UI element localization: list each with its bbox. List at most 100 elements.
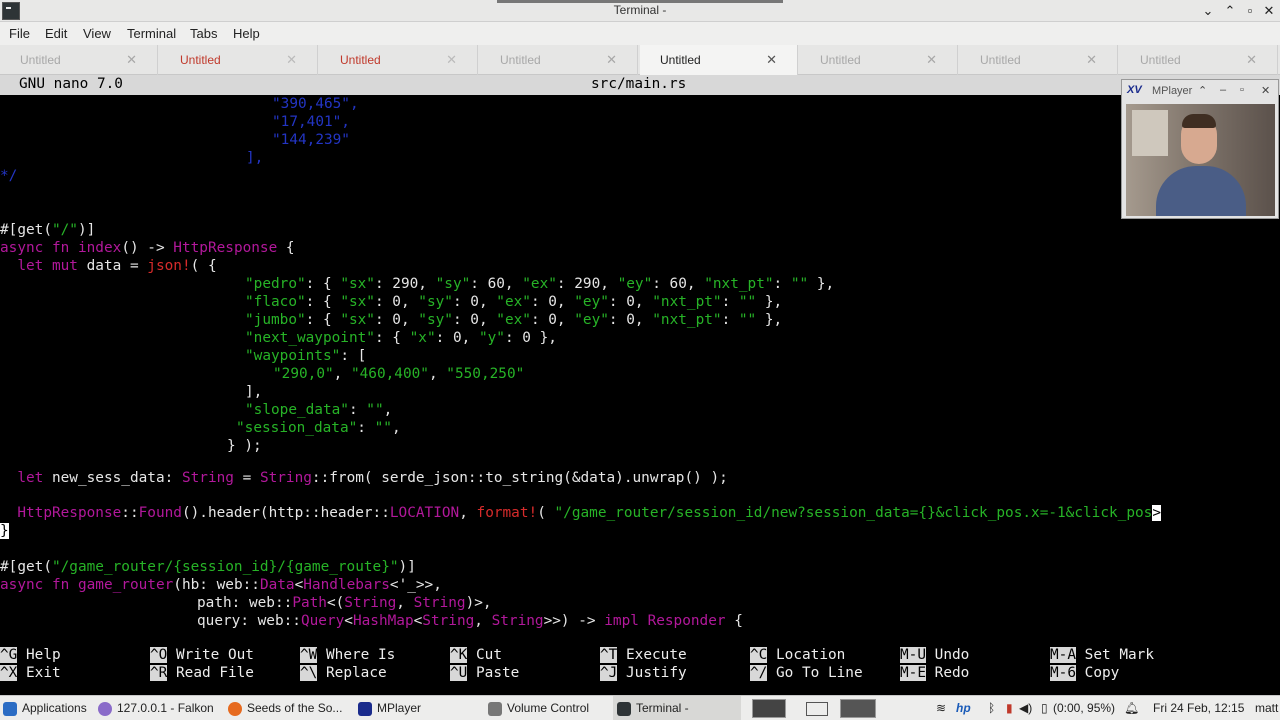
hp-icon[interactable]: hp xyxy=(956,701,971,715)
code-line: "slope_data": "", xyxy=(245,402,393,418)
nano-version: GNU nano 7.0 xyxy=(19,76,123,92)
workspace-1[interactable] xyxy=(752,699,786,718)
shortcut-help[interactable]: ^G Help xyxy=(0,646,61,664)
code-line: */ xyxy=(0,168,18,184)
shortcut-go-to-line[interactable]: ^/ Go To Line xyxy=(750,664,863,682)
tab-3[interactable]: Untitled ✕ xyxy=(320,45,478,75)
code-line: "144,239" xyxy=(272,132,350,148)
xv-logo: XV xyxy=(1127,84,1142,96)
code-line: #[get("/")] xyxy=(0,222,96,238)
volume-icon xyxy=(488,701,502,716)
shortcut-undo[interactable]: M-U Undo xyxy=(900,646,969,664)
mplayer-title: MPlayer xyxy=(1152,85,1193,97)
tab-label: Untitled xyxy=(500,53,541,67)
notification-bell-icon[interactable]: 🔔︎ xyxy=(1124,701,1139,715)
shortcut-write-out[interactable]: ^O Write Out xyxy=(150,646,254,664)
code-line: "390,465", xyxy=(272,96,359,112)
menu-file[interactable]: File xyxy=(9,26,30,41)
code-line: #[get("/game_router/{session_id}/{game_r… xyxy=(0,559,416,575)
recording-icon[interactable]: ▮ xyxy=(1006,701,1013,715)
tab-2[interactable]: Untitled ✕ xyxy=(160,45,318,75)
wifi-icon[interactable]: ≋ xyxy=(936,701,946,715)
mplayer-window[interactable]: XV MPlayer ⌃ – ▫ ✕ xyxy=(1121,79,1279,219)
user-name[interactable]: matt xyxy=(1255,701,1278,715)
shortcut-read-file[interactable]: ^R Read File xyxy=(150,664,254,682)
tab-close-icon[interactable]: ✕ xyxy=(1246,52,1257,68)
tab-label: Untitled xyxy=(20,53,61,67)
terminal-area[interactable]: GNU nano 7.0 src/main.rs "390,465", "17,… xyxy=(0,75,1280,695)
mplayer-restore-icon[interactable]: – xyxy=(1220,84,1226,96)
tab-label: Untitled xyxy=(820,53,861,67)
code-line: path: web::Path<(String, String)>, xyxy=(197,595,492,611)
tab-1[interactable]: Untitled ✕ xyxy=(0,45,158,75)
task-terminal[interactable]: Terminal - xyxy=(613,696,741,720)
nano-header: GNU nano 7.0 src/main.rs xyxy=(0,75,1280,95)
tab-close-icon[interactable]: ✕ xyxy=(766,52,777,68)
shortcut-replace[interactable]: ^\ Replace xyxy=(300,664,387,682)
bluetooth-icon[interactable]: ᛒ xyxy=(988,701,995,715)
menu-view[interactable]: View xyxy=(83,26,111,41)
mplayer-titlebar[interactable]: XV MPlayer ⌃ – ▫ ✕ xyxy=(1122,80,1278,102)
code-line: query: web::Query<HashMap<String, String… xyxy=(197,613,743,629)
tab-7[interactable]: Untitled ✕ xyxy=(960,45,1118,75)
minimize-icon[interactable]: ⌄ xyxy=(1199,2,1217,20)
code-line: async fn index() -> HttpResponse { xyxy=(0,240,295,256)
tab-6[interactable]: Untitled ✕ xyxy=(800,45,958,75)
menu-tabs[interactable]: Tabs xyxy=(190,26,217,41)
task-mplayer[interactable]: MPlayer xyxy=(358,696,421,720)
shortcut-copy[interactable]: M-6 Copy xyxy=(1050,664,1119,682)
workspace-3[interactable] xyxy=(840,699,876,718)
mplayer-minimize-icon[interactable]: ⌃ xyxy=(1198,84,1207,97)
clock[interactable]: Fri 24 Feb, 12:15 xyxy=(1153,701,1244,715)
shortcut-set-mark[interactable]: M-A Set Mark xyxy=(1050,646,1154,664)
mplayer-icon xyxy=(358,701,372,716)
shortcut-justify[interactable]: ^J Justify xyxy=(600,664,687,682)
close-icon[interactable]: ✕ xyxy=(1260,2,1278,20)
code-line: } ); xyxy=(227,438,262,454)
terminal-icon xyxy=(617,701,631,716)
shortcut-redo[interactable]: M-E Redo xyxy=(900,664,969,682)
tab-close-icon[interactable]: ✕ xyxy=(1086,52,1097,68)
shortcut-paste[interactable]: ^U Paste xyxy=(450,664,519,682)
shortcut-cut[interactable]: ^K Cut xyxy=(450,646,502,664)
menu-edit[interactable]: Edit xyxy=(45,26,67,41)
shortcut-exit[interactable]: ^X Exit xyxy=(0,664,61,682)
battery-icon[interactable]: ▯ xyxy=(1041,701,1048,715)
task-volume-control[interactable]: Volume Control xyxy=(488,696,589,720)
applications-menu[interactable]: Applications xyxy=(3,696,87,720)
taskbar: Applications 127.0.0.1 - Falkon Seeds of… xyxy=(0,695,1280,720)
tab-close-icon[interactable]: ✕ xyxy=(926,52,937,68)
maximize-icon[interactable]: ▫ xyxy=(1241,2,1259,20)
tab-close-icon[interactable]: ✕ xyxy=(606,52,617,68)
shortcut-execute[interactable]: ^T Execute xyxy=(600,646,687,664)
workspace-2[interactable] xyxy=(806,702,828,716)
tab-bar: Untitled ✕ Untitled ✕ Untitled ✕ Untitled ✕ … xyxy=(0,45,1280,75)
menu-help[interactable]: Help xyxy=(233,26,260,41)
mplayer-close-icon[interactable]: ✕ xyxy=(1261,84,1270,97)
tab-5[interactable]: Untitled ✕ xyxy=(640,45,798,75)
tab-4[interactable]: Untitled ✕ xyxy=(480,45,638,75)
mplayer-maximize-icon[interactable]: ▫ xyxy=(1240,84,1244,96)
window-titlebar[interactable]: Terminal - ⌄ ⌃ ▫ ✕ xyxy=(0,0,1280,22)
tab-close-icon[interactable]: ✕ xyxy=(126,52,137,68)
shortcut-where-is[interactable]: ^W Where Is xyxy=(300,646,395,664)
task-falkon[interactable]: 127.0.0.1 - Falkon xyxy=(98,696,214,720)
menubar: File Edit View Terminal Tabs Help xyxy=(0,22,1280,45)
menu-terminal[interactable]: Terminal xyxy=(127,26,176,41)
code-line: let new_sess_data: String = String::from… xyxy=(0,470,728,486)
tab-8[interactable]: Untitled ✕ xyxy=(1120,45,1278,75)
volume-tray-icon[interactable]: ◀) xyxy=(1019,701,1032,715)
tab-close-icon[interactable]: ✕ xyxy=(286,52,297,68)
shortcut-location[interactable]: ^C Location xyxy=(750,646,845,664)
window-title: Terminal - xyxy=(613,3,667,17)
tab-label: Untitled xyxy=(180,53,221,67)
tab-close-icon[interactable]: ✕ xyxy=(446,52,457,68)
code-line: ], xyxy=(245,384,263,400)
task-firefox[interactable]: Seeds of the So... xyxy=(228,696,342,720)
code-line: "jumbo": { "sx": 0, "sy": 0, "ex": 0, "e… xyxy=(245,312,783,328)
restore-icon[interactable]: ⌃ xyxy=(1221,2,1239,20)
falkon-icon xyxy=(98,701,112,716)
code-line: "flaco": { "sx": 0, "sy": 0, "ex": 0, "e… xyxy=(245,294,783,310)
code-line: "290,0", "460,400", "550,250" xyxy=(273,366,525,382)
applications-icon xyxy=(3,701,17,716)
